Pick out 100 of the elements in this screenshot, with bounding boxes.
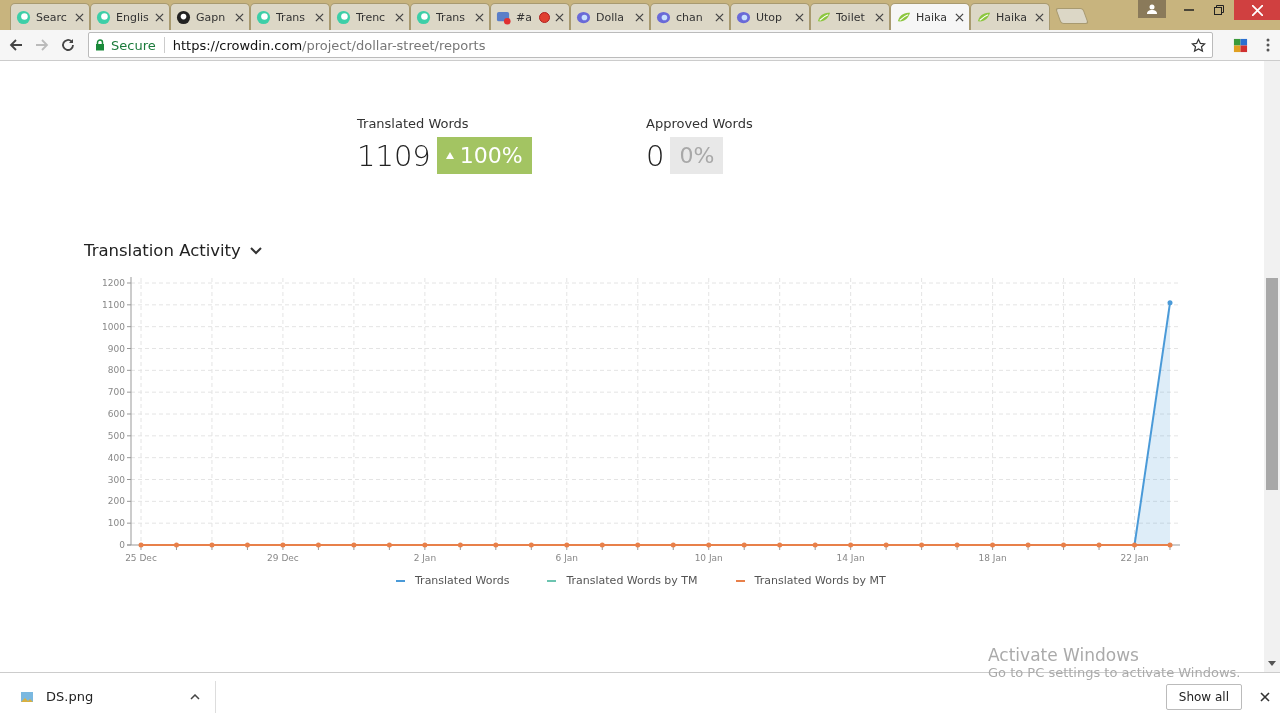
y-tick-label: 0 — [119, 540, 125, 550]
close-icon[interactable] — [875, 12, 884, 22]
data-point — [457, 542, 463, 548]
x-tick-label: 10 Jan — [694, 553, 723, 563]
favicon-icon — [256, 9, 271, 25]
close-icon[interactable] — [555, 12, 564, 22]
data-point — [493, 542, 499, 548]
y-tick-label: 1200 — [102, 278, 125, 288]
data-point — [280, 542, 286, 548]
tab-title: Trenc — [356, 10, 387, 24]
y-tick-label: 1100 — [102, 299, 125, 310]
data-point — [174, 542, 179, 548]
data-point — [528, 542, 534, 548]
change-badge: 0% — [670, 137, 724, 174]
tab-title: Haika — [916, 10, 948, 24]
data-point — [1025, 542, 1031, 548]
scrollbar[interactable] — [1264, 61, 1280, 672]
data-point — [954, 542, 960, 548]
address-field[interactable]: Secure https://crowdin.com/project/dollar-street/reports — [88, 32, 1213, 58]
browser-tab[interactable]: Trenc — [330, 3, 410, 30]
activation-text: Go to PC settings to activate Windows. — [988, 665, 1241, 680]
data-point — [883, 542, 889, 548]
reload-icon[interactable] — [60, 37, 76, 53]
close-icon[interactable] — [395, 12, 404, 22]
close-button[interactable] — [1234, 0, 1280, 20]
y-tick-label: 400 — [107, 452, 125, 463]
browser-tab[interactable]: Trans — [410, 3, 490, 30]
stat-label: Approved Words — [646, 116, 754, 131]
section-title[interactable]: Translation Activity — [84, 241, 262, 260]
browser-tab[interactable]: Trans — [250, 3, 330, 30]
data-point — [848, 542, 854, 548]
data-point — [919, 542, 925, 548]
data-point — [777, 542, 783, 548]
browser-tab[interactable]: #a — [490, 3, 570, 30]
close-icon[interactable] — [715, 12, 724, 22]
menu-icon[interactable] — [1266, 37, 1270, 53]
tab-title: Dolla — [596, 10, 626, 24]
data-point — [990, 542, 996, 548]
trend-up-icon — [445, 152, 454, 159]
show-all-button[interactable]: Show all — [1165, 683, 1242, 710]
chevron-down-icon[interactable] — [249, 246, 262, 255]
stat-value: 1109 — [357, 138, 431, 173]
profile-button[interactable] — [1138, 0, 1166, 18]
close-icon[interactable] — [955, 12, 964, 22]
browser-tab[interactable]: Gapn — [170, 3, 250, 30]
browser-tab[interactable]: Haika — [890, 3, 970, 30]
tab-title: Toilet — [836, 10, 866, 24]
restore-icon[interactable] — [1214, 5, 1224, 15]
tab-title: #a — [516, 10, 533, 24]
extension-icon[interactable] — [1233, 37, 1248, 53]
tab-title: Trans — [436, 10, 467, 24]
close-icon[interactable] — [1035, 12, 1044, 22]
favicon-icon — [736, 9, 751, 25]
scroll-thumb[interactable] — [1266, 278, 1278, 490]
data-point — [422, 542, 428, 548]
download-item[interactable]: DS.png — [20, 689, 200, 704]
stat-label: Translated Words — [357, 116, 470, 131]
browser-tab[interactable]: Haika — [970, 3, 1050, 30]
close-icon[interactable] — [1260, 691, 1270, 702]
x-tick-label: 14 Jan — [836, 553, 865, 563]
close-icon[interactable] — [795, 12, 804, 22]
y-tick-label: 800 — [107, 365, 125, 376]
back-icon[interactable] — [8, 37, 24, 53]
browser-tab[interactable]: Englis — [90, 3, 170, 30]
data-point — [315, 542, 321, 548]
legend-label: Translated Words by TM — [566, 574, 698, 587]
favicon-icon — [336, 9, 351, 25]
browser-tab[interactable]: Dolla — [570, 3, 650, 30]
favicon-icon — [96, 9, 111, 25]
browser-tab[interactable]: Searc — [10, 3, 90, 30]
bookmark-star-icon[interactable] — [1191, 37, 1206, 53]
x-tick-label: 18 Jan — [978, 553, 1007, 563]
data-point — [635, 542, 641, 548]
close-icon[interactable] — [75, 12, 84, 22]
browser-tab[interactable]: Utop — [730, 3, 810, 30]
close-icon[interactable] — [235, 12, 244, 22]
favicon-icon — [16, 9, 31, 25]
close-icon[interactable] — [635, 12, 644, 22]
x-tick-label: 22 Jan — [1120, 553, 1149, 563]
close-icon[interactable] — [475, 12, 484, 22]
data-point — [599, 542, 605, 548]
y-tick-label: 1000 — [102, 321, 125, 332]
data-point — [812, 542, 818, 548]
y-tick-label: 300 — [107, 474, 125, 485]
data-point — [1167, 300, 1173, 306]
close-icon[interactable] — [315, 12, 324, 22]
tab-title: Utop — [756, 10, 784, 24]
data-point — [1132, 542, 1137, 548]
scroll-down-icon[interactable] — [1268, 661, 1276, 666]
browser-tab[interactable]: chan — [650, 3, 730, 30]
y-tick-label: 500 — [107, 430, 125, 441]
browser-tab[interactable]: Toilet — [810, 3, 890, 30]
favicon-icon — [176, 9, 191, 25]
tab-title: Gapn — [196, 10, 227, 24]
data-point — [386, 542, 392, 548]
caret-up-icon[interactable] — [190, 693, 200, 700]
y-tick-label: 100 — [107, 518, 125, 529]
change-badge: 100% — [436, 137, 532, 174]
close-icon[interactable] — [155, 12, 164, 22]
data-point — [741, 542, 747, 548]
